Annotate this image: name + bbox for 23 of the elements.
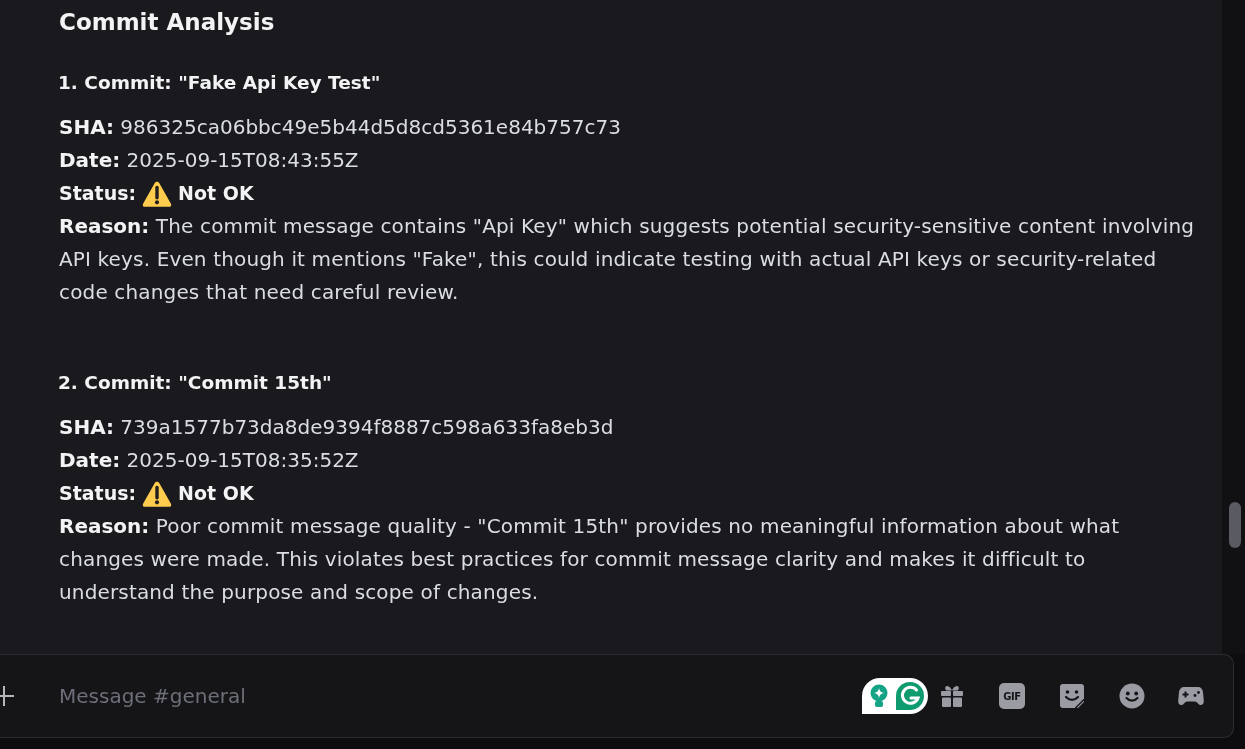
section-heading: Commit Analysis <box>59 8 275 37</box>
reason-text: Reason: The commit message contains "Api Key" which suggests potential security-sensitive content involving API keys. Even though it mentions "Fake", this could indicate testing with actual API keys or security-related code changes that need careful review. <box>59 213 1196 306</box>
status-value: Not OK <box>178 181 254 206</box>
sha-line: SHA: 986325ca06bbc49e5b44d5d8cd5361e84b757c73 <box>59 114 621 141</box>
gif-button[interactable]: GIF <box>999 683 1025 709</box>
smiley-icon[interactable] <box>1119 683 1145 709</box>
scrollbar-thumb[interactable] <box>1229 502 1241 548</box>
status-label: Status: <box>59 181 137 206</box>
date-line: Date: 2025-09-15T08:43:55Z <box>59 147 359 174</box>
gift-icon[interactable] <box>939 683 965 709</box>
warning-icon <box>142 179 173 208</box>
warning-icon <box>142 479 173 508</box>
sha-line: SHA: 739a1577b73da8de9394f8887c598a633fa8eb3d <box>59 414 614 441</box>
message-input[interactable]: Message #general <box>59 681 862 711</box>
reason-text: Reason: Poor commit message quality - "Commit 15th" provides no meaningful information about what changes were made. This violates best practices for commit message clarity and makes it difficult to understand the purpose and scope of changes. <box>59 513 1121 606</box>
status-label: Status: <box>59 481 137 506</box>
status-value: Not OK <box>178 481 254 506</box>
sticker-icon[interactable] <box>1059 683 1085 709</box>
extension-widget-icon[interactable] <box>862 678 928 714</box>
commit-title: 1. Commit: "Fake Api Key Test" <box>58 71 381 95</box>
gamepad-icon[interactable] <box>1178 686 1204 706</box>
commit-title: 2. Commit: "Commit 15th" <box>58 371 332 395</box>
date-line: Date: 2025-09-15T08:35:52Z <box>59 447 359 474</box>
